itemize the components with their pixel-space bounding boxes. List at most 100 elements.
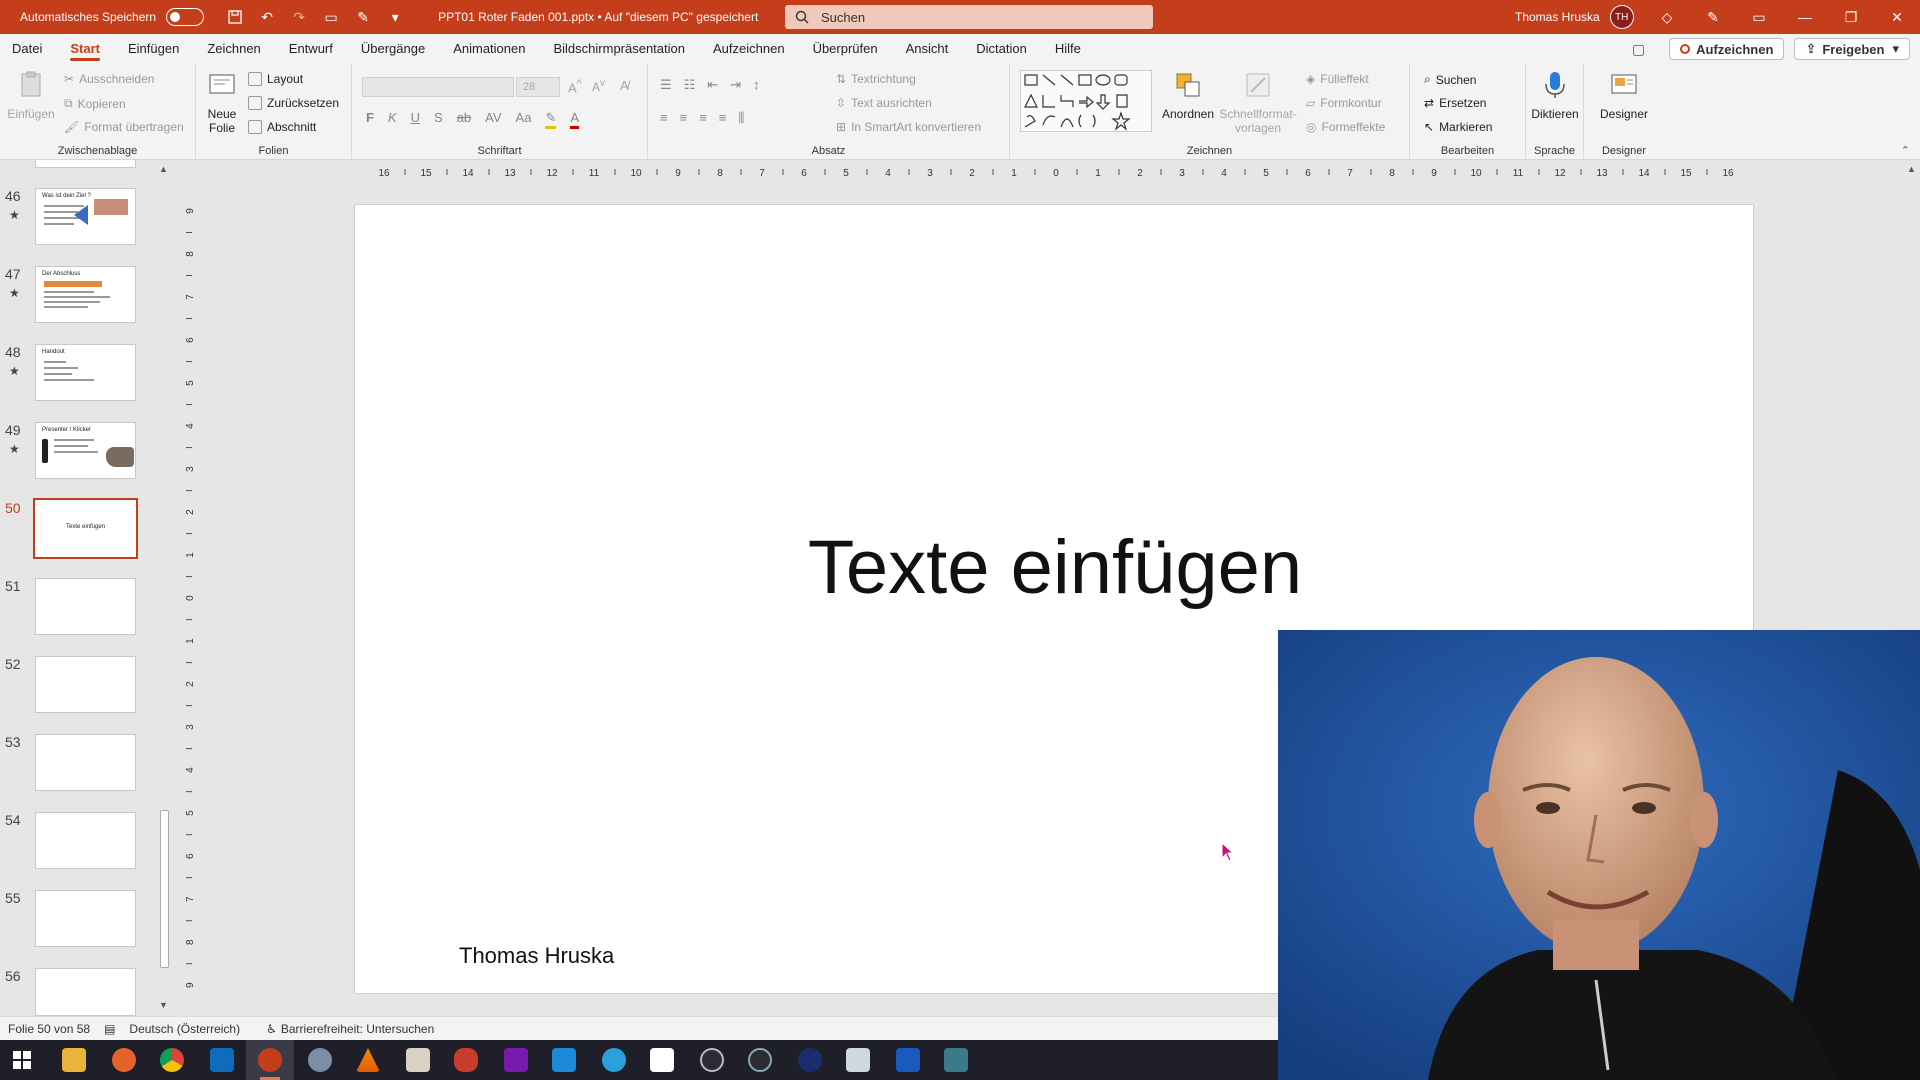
slide-thumbnail-selected[interactable]: Texte einfügen — [33, 498, 138, 559]
clear-format-icon[interactable]: A̸ — [620, 78, 629, 93]
change-case-button[interactable]: Aa — [516, 110, 532, 129]
text-direction-button[interactable]: ⇅ Textrichtung — [836, 72, 916, 86]
columns-icon[interactable]: ⫼ — [738, 110, 744, 126]
language-indicator[interactable]: Deutsch (Österreich) — [129, 1022, 240, 1036]
thumbnail-row[interactable]: 51 — [0, 578, 160, 640]
shape-outline-button[interactable]: ▱ Formkontur — [1306, 96, 1382, 110]
app-icon[interactable] — [650, 1048, 674, 1072]
search-box[interactable]: Suchen — [785, 5, 1153, 29]
arrange-button[interactable]: Anordnen — [1160, 70, 1216, 121]
reset-button[interactable]: Zurücksetzen — [248, 96, 339, 110]
new-slide-button[interactable]: Neue Folie — [204, 70, 240, 135]
underline-button[interactable]: U — [411, 110, 420, 129]
tab-zeichnen[interactable]: Zeichnen — [193, 34, 274, 64]
scrollbar-thumb[interactable] — [160, 810, 169, 968]
tab-ansicht[interactable]: Ansicht — [892, 34, 963, 64]
tab-aufzeichnen[interactable]: Aufzeichnen — [699, 34, 799, 64]
tab-bildschirmpraesentation[interactable]: Bildschirmpräsentation — [539, 34, 699, 64]
smartart-button[interactable]: ⊞ In SmartArt konvertieren — [836, 120, 981, 134]
thumbnail-row[interactable]: 48 ★ Handout — [0, 344, 160, 406]
increase-indent-icon[interactable]: ⇥ — [730, 77, 741, 93]
accessibility-status[interactable]: Barrierefreiheit: Untersuchen — [281, 1022, 434, 1036]
app-icon[interactable] — [944, 1048, 968, 1072]
slide-thumbnail[interactable] — [35, 812, 136, 869]
tab-animationen[interactable]: Animationen — [439, 34, 539, 64]
user-account[interactable]: Thomas Hruska TH — [1515, 0, 1634, 34]
decrease-indent-icon[interactable]: ⇤ — [707, 77, 718, 93]
strikethrough-button[interactable]: ab — [457, 110, 471, 129]
customize-toolbar-icon[interactable]: ▾ — [386, 8, 404, 26]
designer-button[interactable]: Designer — [1592, 70, 1656, 121]
file-explorer-icon[interactable] — [62, 1048, 86, 1072]
slide-thumbnail[interactable] — [35, 656, 136, 713]
thumbnail-row[interactable]: 46 ★ Was ist dein Ziel ? — [0, 188, 160, 250]
thumbnail-row[interactable]: 52 — [0, 656, 160, 718]
app-icon[interactable] — [308, 1048, 332, 1072]
app-icon[interactable] — [454, 1048, 478, 1072]
shape-fill-button[interactable]: ◈ Fülleffekt — [1306, 72, 1369, 86]
grow-font-icon[interactable]: A^ — [568, 78, 582, 95]
tab-entwurf[interactable]: Entwurf — [275, 34, 347, 64]
slide-thumbnail[interactable] — [35, 968, 136, 1016]
slide-thumbnail[interactable]: Presenter / Klicker — [35, 422, 136, 479]
tab-start[interactable]: Start — [56, 34, 114, 64]
shadow-button[interactable]: S — [434, 110, 443, 129]
collapse-ribbon-icon[interactable]: ⌃ — [1901, 144, 1910, 157]
thumbnail-row[interactable]: 53 — [0, 734, 160, 796]
vlc-icon[interactable] — [356, 1048, 380, 1072]
avatar[interactable]: TH — [1609, 5, 1634, 29]
undo-icon[interactable]: ↶ — [258, 8, 276, 26]
section-button[interactable]: Abschnitt — [248, 120, 316, 134]
telegram-icon[interactable] — [602, 1048, 626, 1072]
ribbon-display-icon[interactable]: ▭ — [1736, 0, 1782, 34]
dictate-button[interactable]: Diktieren — [1530, 70, 1580, 121]
shape-effects-button[interactable]: ◎ Formeffekte — [1306, 120, 1385, 134]
slide-thumbnail[interactable]: Handout — [35, 344, 136, 401]
slide-author[interactable]: Thomas Hruska — [459, 943, 614, 969]
justify-icon[interactable]: ≡ — [719, 110, 727, 126]
shapes-gallery[interactable] — [1020, 70, 1152, 132]
thumbnail-row[interactable]: 55 — [0, 890, 160, 952]
save-icon[interactable] — [226, 8, 244, 26]
document-title[interactable]: PPT01 Roter Faden 001.pptx • Auf "diesem… — [438, 10, 758, 24]
present-from-start-icon[interactable]: ▭ — [322, 8, 340, 26]
redo-icon[interactable]: ↷ — [290, 8, 308, 26]
thumbnail-row[interactable]: 54 — [0, 812, 160, 874]
bold-button[interactable]: F — [366, 110, 374, 129]
slide-thumbnail[interactable]: Was ist dein Ziel ? — [35, 188, 136, 245]
tab-einfuegen[interactable]: Einfügen — [114, 34, 193, 64]
notepad-icon[interactable] — [406, 1048, 430, 1072]
align-center-icon[interactable]: ≡ — [680, 110, 688, 126]
shrink-font-icon[interactable]: Av — [592, 78, 605, 94]
tab-uebergaenge[interactable]: Übergänge — [347, 34, 439, 64]
onenote-icon[interactable] — [504, 1048, 528, 1072]
spellcheck-icon[interactable]: ▤ — [104, 1022, 115, 1036]
app-icon[interactable] — [748, 1048, 772, 1072]
tab-ueberpruefen[interactable]: Überprüfen — [799, 34, 892, 64]
scroll-up-icon[interactable]: ▲ — [1907, 164, 1916, 174]
minimize-icon[interactable]: — — [1782, 0, 1828, 34]
tab-hilfe[interactable]: Hilfe — [1041, 34, 1095, 64]
font-size-field[interactable]: 28 — [516, 77, 560, 97]
format-painter-button[interactable]: 🖌 Format übertragen — [64, 120, 184, 134]
firefox-icon[interactable] — [112, 1048, 136, 1072]
word-icon[interactable] — [896, 1048, 920, 1072]
font-color-icon[interactable]: A — [570, 110, 580, 129]
thumbnail-row[interactable]: 47 ★ Der Abschluss — [0, 266, 160, 328]
tab-datei[interactable]: Datei — [0, 34, 56, 64]
thumbnail-row[interactable]: 50 Texte einfügen — [0, 498, 160, 562]
thumbnail-scrollbar[interactable]: ▲ ▼ — [157, 160, 171, 1016]
share-button[interactable]: ⇪ Freigeben ▾ — [1794, 38, 1910, 60]
scroll-down-icon[interactable]: ▼ — [159, 1000, 168, 1010]
italic-button[interactable]: K — [388, 110, 397, 129]
close-icon[interactable]: ✕ — [1874, 0, 1920, 34]
copy-button[interactable]: ⧉ Kopieren — [64, 96, 126, 111]
scroll-up-icon[interactable]: ▲ — [159, 164, 168, 174]
font-name-field[interactable] — [362, 77, 514, 97]
align-right-icon[interactable]: ≡ — [699, 110, 707, 126]
bullets-icon[interactable]: ☰ — [660, 77, 672, 93]
chrome-icon[interactable] — [160, 1048, 184, 1072]
numbering-icon[interactable]: ☷ — [684, 77, 696, 93]
obs-icon[interactable] — [700, 1048, 724, 1072]
powerpoint-icon[interactable] — [258, 1048, 282, 1072]
